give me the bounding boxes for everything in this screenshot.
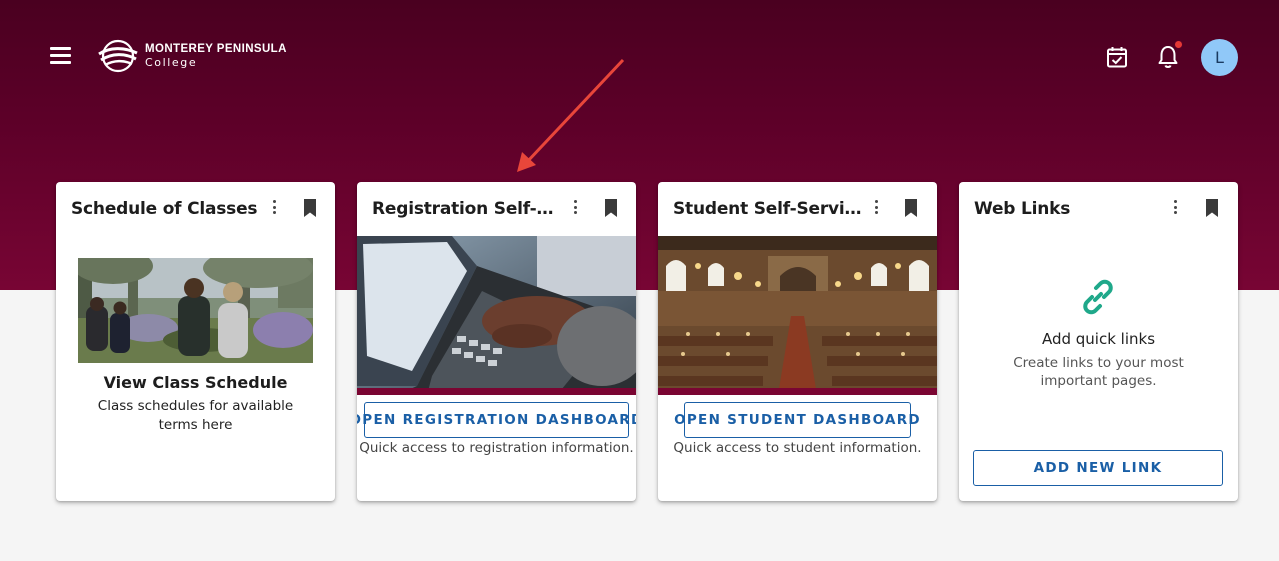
quick-links-description: Create links to your most important page… bbox=[1013, 355, 1184, 389]
open-registration-dashboard-button[interactable]: OPEN REGISTRATION DASHBOARD bbox=[357, 402, 636, 438]
image-accent-band bbox=[658, 388, 937, 395]
library-reading-room-photo bbox=[658, 236, 937, 395]
laptop-typing-photo bbox=[357, 236, 636, 395]
avatar[interactable]: L bbox=[1201, 39, 1238, 76]
schedule-description: Class schedules for available terms here bbox=[97, 398, 294, 433]
view-class-schedule-heading[interactable]: View Class Schedule bbox=[56, 373, 335, 392]
more-vert-icon[interactable] bbox=[869, 200, 883, 218]
logo-subtitle: College bbox=[145, 56, 198, 70]
more-vert-icon[interactable] bbox=[267, 200, 281, 218]
add-quick-links-heading: Add quick links bbox=[1041, 330, 1156, 348]
students-photo[interactable] bbox=[78, 258, 313, 363]
top-bar: MONTEREY PENINSULA College L bbox=[0, 0, 1279, 115]
bookmark-icon[interactable] bbox=[1205, 199, 1219, 217]
card-web-links: Web Links Add quick links Create links t… bbox=[959, 182, 1238, 501]
card-title: Web Links bbox=[974, 199, 1071, 219]
more-vert-icon[interactable] bbox=[568, 200, 582, 218]
card-title: Schedule of Classes bbox=[71, 199, 258, 219]
card-title: Student Self-Service bbox=[673, 199, 863, 219]
notification-badge bbox=[1174, 40, 1183, 49]
bookmark-icon[interactable] bbox=[303, 199, 317, 217]
bookmark-icon[interactable] bbox=[904, 199, 918, 217]
card-schedule-of-classes: Schedule of Classes View Class Schedule … bbox=[56, 182, 335, 501]
link-icon bbox=[1083, 279, 1113, 315]
college-logo[interactable]: MONTEREY PENINSULA College bbox=[98, 38, 287, 74]
calendar-check-icon[interactable] bbox=[1105, 45, 1129, 69]
card-registration-self-service: Registration Self-Service OPEN REGISTRAT… bbox=[357, 182, 636, 501]
open-student-dashboard-button[interactable]: OPEN STUDENT DASHBOARD bbox=[674, 402, 920, 438]
bookmark-icon[interactable] bbox=[604, 199, 618, 217]
menu-icon[interactable] bbox=[50, 47, 71, 65]
registration-description: Quick access to registration information… bbox=[359, 440, 634, 456]
card-student-self-service: Student Self-Service OPEN STUDENT DASHBO… bbox=[658, 182, 937, 501]
card-title: Registration Self-Service bbox=[372, 199, 557, 219]
more-vert-icon[interactable] bbox=[1168, 200, 1182, 218]
student-description: Quick access to student information. bbox=[673, 440, 922, 456]
college-logo-icon bbox=[98, 39, 138, 73]
add-new-link-button[interactable]: ADD NEW LINK bbox=[973, 450, 1223, 486]
logo-name: MONTEREY PENINSULA bbox=[145, 42, 287, 55]
image-accent-band bbox=[357, 388, 636, 395]
